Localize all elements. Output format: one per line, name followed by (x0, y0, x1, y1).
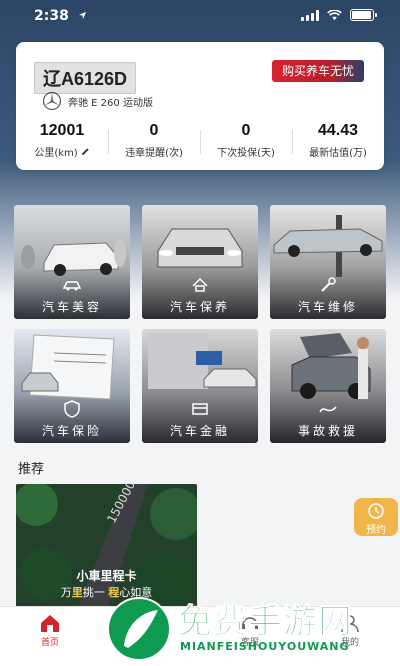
vehicle-model-row: 奔驰 E 260 运动版 (42, 91, 153, 111)
stat-value: 0 (241, 122, 251, 139)
clock-icon (368, 503, 384, 519)
stat-label: 最新估值(万) (309, 148, 367, 159)
stat-label: 公里(km) (34, 148, 78, 159)
pencil-icon[interactable] (81, 147, 90, 156)
service-grid: 汽车美容 汽车保养 汽车维修 汽车保险 汽车金融 事故救援 (14, 205, 386, 443)
stat-next-insurance[interactable]: 0 下次投保(天) (200, 122, 292, 159)
service-tile-car-care[interactable]: 汽车保养 (142, 205, 258, 319)
banner-title: 小車里程卡 (76, 569, 137, 583)
license-plate: 辽A6126D (34, 62, 137, 94)
stat-mileage[interactable]: 12001 公里(km) (16, 122, 108, 159)
home-icon (41, 615, 59, 632)
status-time: 2:38 (34, 8, 69, 24)
service-tile-finance[interactable]: 汽车金融 (142, 329, 258, 443)
service-label: 汽车美容 (41, 300, 102, 314)
service-tile-insurance[interactable]: 汽车保险 (14, 329, 130, 443)
service-label: 汽车金融 (169, 424, 230, 438)
signal-icon (301, 9, 319, 21)
vehicle-model: 奔驰 E 260 运动版 (68, 97, 153, 109)
finance-icon (192, 403, 208, 415)
car-care-icon (192, 277, 208, 292)
mercedes-benz-logo (42, 91, 62, 111)
banner-subtitle-highlight: 里 (71, 586, 83, 599)
reserve-button[interactable]: 预约 (354, 498, 398, 536)
tab-label: 首页 (40, 638, 59, 648)
rescue-icon (319, 406, 337, 413)
service-label: 汽车保险 (41, 424, 102, 438)
stat-label: 下次投保(天) (217, 148, 275, 159)
service-label: 事故救援 (297, 424, 358, 438)
service-tile-repair[interactable]: 汽车维修 (270, 205, 386, 319)
status-bar: 2:38 (0, 0, 400, 34)
vehicle-stats: 12001 公里(km) 0 违章提醒(次) 0 下次投保(天) 44.43 最… (16, 122, 384, 159)
stat-label-row: 公里(km) (16, 144, 108, 159)
location-arrow-icon (78, 11, 87, 20)
stat-violations[interactable]: 0 违章提醒(次) (108, 122, 200, 159)
service-tile-car-wash[interactable]: 汽车美容 (14, 205, 130, 319)
stat-label: 违章提醒(次) (125, 148, 183, 159)
status-icons (301, 9, 377, 21)
tab-home[interactable]: 首页 (0, 607, 100, 666)
wifi-icon (327, 9, 342, 20)
service-tile-rescue[interactable]: 事故救援 (270, 329, 386, 443)
vehicle-card[interactable]: 辽A6126D 购买养车无忧 奔驰 E 260 运动版 12001 公里(km)… (16, 42, 384, 170)
stat-value: 12001 (39, 122, 85, 139)
repair-icon (321, 277, 336, 292)
service-label: 汽车维修 (297, 300, 358, 314)
banner-subtitle-part: 万 (60, 586, 72, 599)
stat-value: 44.43 (317, 122, 359, 139)
battery-icon (350, 9, 377, 21)
reserve-label: 预约 (366, 525, 386, 536)
watermark-subtitle: MIANFEISHOUYOUWANG (180, 640, 350, 653)
recommend-heading: 推荐 (18, 462, 45, 477)
service-label: 汽车保养 (169, 300, 230, 314)
watermark: 免费手游网 MIANFEISHOUYOUWANG (100, 592, 400, 666)
stat-valuation[interactable]: 44.43 最新估值(万) (292, 122, 384, 159)
watermark-title: 免费手游网 (178, 602, 353, 643)
watermark-logo (107, 597, 171, 661)
car-wash-icon (62, 281, 82, 291)
insurance-icon (64, 400, 80, 418)
buy-care-plan-button[interactable]: 购买养车无忧 (271, 60, 364, 82)
stat-value: 0 (149, 122, 159, 139)
